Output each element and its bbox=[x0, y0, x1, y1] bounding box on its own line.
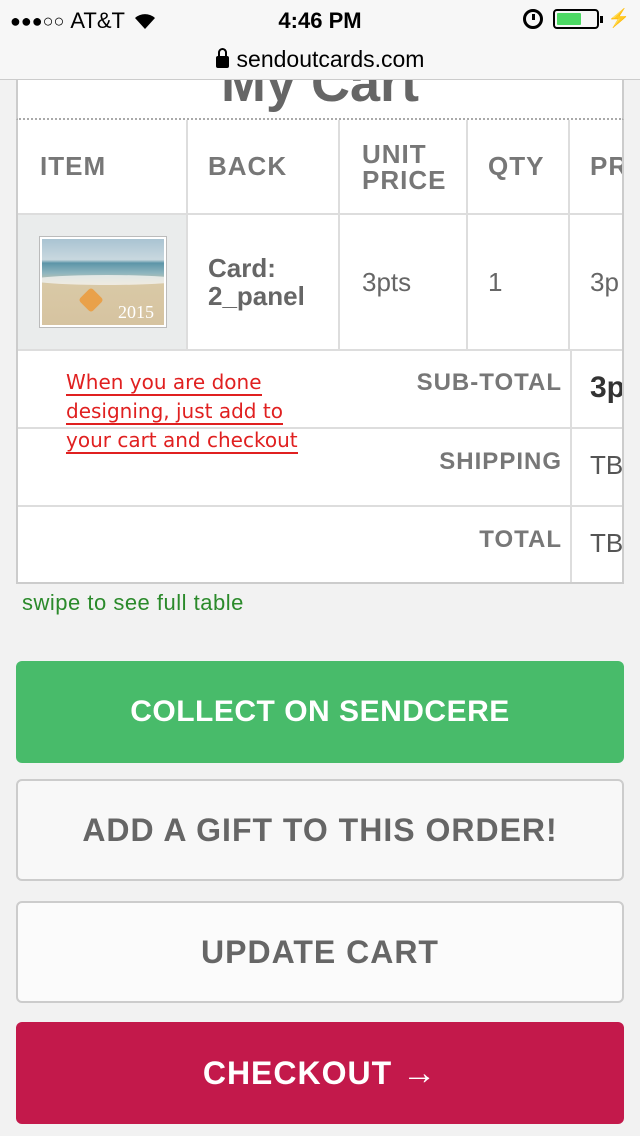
total-label: TOTAL bbox=[479, 526, 562, 553]
swipe-hint: swipe to see full table bbox=[22, 590, 244, 615]
checkout-button[interactable]: CHECKOUT → bbox=[16, 1022, 624, 1124]
column-header-price: PR bbox=[590, 151, 622, 181]
qty-value: 1 bbox=[488, 266, 503, 297]
subtotal-value: 3p bbox=[590, 371, 624, 404]
thumbnail-caption: 2015 bbox=[118, 302, 154, 322]
charging-icon: ⚡ bbox=[607, 8, 630, 28]
checkout-label: CHECKOUT bbox=[202, 1054, 393, 1091]
collect-on-sendcere-button[interactable]: COLLECT ON SENDCERE bbox=[16, 661, 624, 763]
cart-header: My Cart bbox=[16, 80, 624, 120]
lock-icon bbox=[215, 47, 229, 68]
shipping-label: SHIPPING bbox=[439, 448, 562, 475]
price-value: 3p bbox=[590, 266, 619, 297]
battery-icon bbox=[552, 8, 603, 29]
arrow-right-icon: → bbox=[402, 1053, 438, 1092]
url-text: sendoutcards.com bbox=[236, 46, 425, 72]
add-gift-button[interactable]: ADD A GIFT TO THIS ORDER! bbox=[16, 779, 624, 881]
unit-price-cell: 3pts bbox=[340, 215, 468, 349]
status-right: ⚡ bbox=[522, 8, 630, 29]
annotation-text: When you are done designing, just add to… bbox=[66, 370, 298, 454]
total-row: TOTAL TB bbox=[18, 507, 624, 582]
price-cell: 3p bbox=[570, 215, 622, 349]
card-thumbnail[interactable]: 2015 bbox=[40, 237, 166, 327]
table-row: 2015 Card: 2_panel 3pts 1 3p bbox=[18, 215, 622, 351]
annotation-note: When you are done designing, just add to… bbox=[66, 368, 306, 455]
column-header-back: BACK bbox=[188, 120, 340, 213]
table-header-row: ITEM BACK UNIT PRICE QTY PR bbox=[18, 120, 622, 215]
unit-price-value: 3pts bbox=[362, 266, 412, 297]
column-header-item: ITEM bbox=[18, 120, 188, 213]
qty-cell: 1 bbox=[468, 215, 570, 349]
column-header-unit-price: UNIT PRICE bbox=[340, 120, 468, 213]
update-cart-button[interactable]: UPDATE CART bbox=[16, 901, 624, 1003]
back-value: Card: 2_panel bbox=[208, 253, 305, 311]
page-title: My Cart bbox=[220, 80, 420, 113]
back-cell: Card: 2_panel bbox=[188, 215, 340, 349]
status-bar: ●●●○○ AT&T 4:46 PM ⚡ bbox=[0, 0, 640, 40]
total-value: TB bbox=[590, 528, 624, 558]
alarm-icon bbox=[522, 8, 543, 29]
item-cell: 2015 bbox=[18, 215, 188, 349]
shipping-value: TB bbox=[590, 450, 624, 480]
address-bar[interactable]: sendoutcards.com bbox=[0, 40, 640, 80]
cart-table[interactable]: ITEM BACK UNIT PRICE QTY PR 2015 Card: 2… bbox=[16, 120, 624, 584]
column-header-qty: QTY bbox=[468, 120, 570, 213]
subtotal-label: SUB-TOTAL bbox=[416, 369, 562, 396]
